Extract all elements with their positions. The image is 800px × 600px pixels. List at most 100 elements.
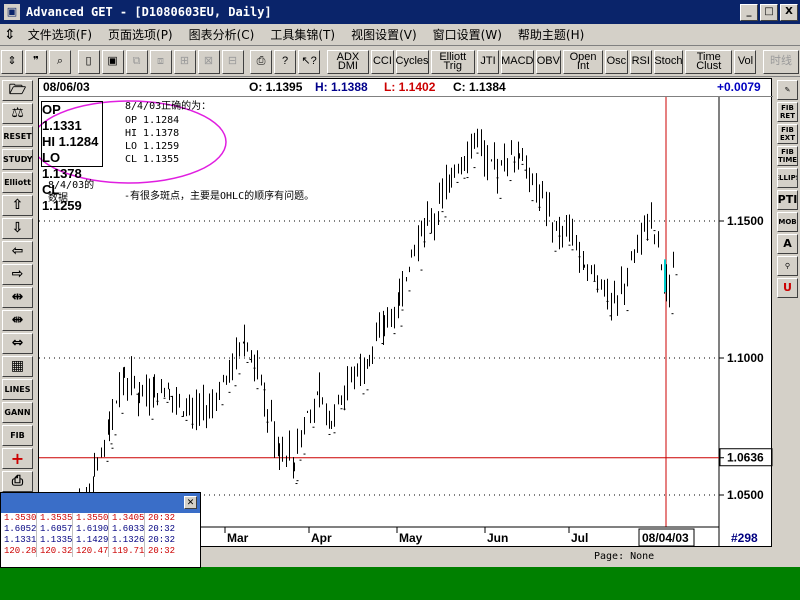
tool-rsi[interactable]: RSI: [629, 49, 652, 74]
right-tool-ellips[interactable]: ELLIPS: [777, 168, 798, 188]
quote-window-titlebar[interactable]: ✕: [1, 493, 200, 513]
tool-stoch[interactable]: Stoch: [653, 49, 684, 74]
date-note-2: 数据: [48, 193, 68, 204]
bar-dot: [295, 483, 298, 485]
right-tool-fib-ret[interactable]: FIB RET: [777, 102, 798, 122]
bar-dot: [110, 443, 113, 445]
bar-dot: [420, 269, 423, 271]
chart-window[interactable]: 08/06/03 O: 1.1395 H: 1.1388 L: 1.1402 C…: [38, 78, 773, 548]
right-tool-a[interactable]: A: [777, 234, 798, 254]
menu-tools[interactable]: 工具集锦(T): [262, 26, 343, 43]
header-change: +0.0079: [717, 80, 761, 94]
right-tool-zoom[interactable]: ⚲: [777, 256, 798, 276]
left-tool-zoom[interactable]: ⇔: [2, 333, 33, 354]
left-tool-cross[interactable]: +: [2, 448, 33, 469]
bar-dot: [466, 177, 469, 179]
bar-dot: [362, 393, 365, 395]
left-tool-gann[interactable]: GANN: [2, 402, 33, 423]
maximize-button[interactable]: □: [760, 3, 778, 21]
bar-number: #298: [731, 531, 758, 545]
left-tool-expand[interactable]: ⇼: [2, 310, 33, 331]
right-tool-pti[interactable]: PTI: [777, 190, 798, 210]
bar-dot: [509, 180, 512, 182]
timeframe-button[interactable]: 时线: [762, 49, 799, 74]
left-tool-study[interactable]: STUDY: [2, 149, 33, 170]
cursor-date: 08/04/03: [642, 531, 689, 545]
quote-window[interactable]: ✕ 1.3530 1.3535 1.3550 1.3405 20:32 1.6052 1.…: [0, 492, 201, 568]
quote-row[interactable]: 1.1331 1.1335 1.1429 1.1326 20:32: [1, 535, 200, 546]
app-icon: ▣: [4, 4, 20, 20]
menu-help[interactable]: 帮助主题(H): [510, 26, 592, 43]
menu-page[interactable]: 页面选项(P): [100, 26, 181, 43]
close-button[interactable]: X: [780, 3, 798, 21]
right-tool-pencil[interactable]: ✎: [777, 80, 798, 100]
menu-chart[interactable]: 图表分析(C): [181, 26, 263, 43]
correct-hi: HI 1.1378: [125, 128, 180, 139]
left-tool-elliott[interactable]: Elliott: [2, 172, 33, 193]
save-icon[interactable]: ▣: [101, 49, 124, 74]
left-tool-fib[interactable]: FIB: [2, 425, 33, 446]
right-tool-mob[interactable]: MOB: [777, 212, 798, 232]
bar-dot: [476, 152, 479, 154]
minimize-button[interactable]: _: [740, 3, 758, 21]
left-tool-left[interactable]: ⇦: [2, 241, 33, 262]
left-tool-folder[interactable]: 🗁: [2, 80, 33, 101]
print-icon[interactable]: ⎙: [250, 49, 273, 74]
menu-file[interactable]: 文件选项(F): [20, 26, 100, 43]
tool-open-int[interactable]: Open Int: [563, 49, 603, 74]
menu-view[interactable]: 视图设置(V): [343, 26, 425, 43]
right-tool-u[interactable]: U: [777, 278, 798, 298]
tool-vol[interactable]: Vol: [734, 49, 757, 74]
left-tool-reset[interactable]: RESET: [2, 126, 33, 147]
tool-cycles[interactable]: Cycles: [396, 49, 429, 74]
bar-dot: [340, 408, 343, 410]
left-tool-grid[interactable]: ▦: [2, 356, 33, 377]
tile-icon[interactable]: ⊟: [221, 49, 244, 74]
tool-osc[interactable]: Osc: [604, 49, 628, 74]
tool-cci[interactable]: CCI: [371, 49, 394, 74]
mdi-icon[interactable]: ⇕: [0, 27, 20, 43]
pointer-icon[interactable]: ⇕: [1, 49, 23, 74]
delete-icon[interactable]: ⊠: [197, 49, 220, 74]
paste-icon[interactable]: ⧈: [149, 49, 172, 74]
bar-dot: [185, 419, 188, 421]
tool-obv[interactable]: OBV: [535, 49, 562, 74]
left-tool-right[interactable]: ⇨: [2, 264, 33, 285]
left-tool-compress[interactable]: ⇹: [2, 287, 33, 308]
bar-dot: [333, 432, 336, 434]
quote-row[interactable]: 1.6052 1.6057 1.6190 1.6033 20:32: [1, 524, 200, 535]
new-icon[interactable]: ▯: [77, 49, 100, 74]
left-tool-lines[interactable]: LINES: [2, 379, 33, 400]
tool-time-clust[interactable]: Time Clust: [685, 49, 733, 74]
tool-elliott-trig[interactable]: Elliott Trig: [430, 49, 476, 74]
left-tool-down[interactable]: ⇩: [2, 218, 33, 239]
left-tool-print[interactable]: ⎙: [2, 471, 33, 492]
title-bar: ▣ Advanced GET - [D1080603EU, Daily] _ □…: [0, 0, 800, 24]
correct-lo: LO 1.1259: [125, 141, 180, 152]
layout-icon[interactable]: ⊞: [173, 49, 196, 74]
tool-adx-dmi[interactable]: ADX DMI: [326, 49, 370, 74]
right-tool-fib-ext[interactable]: FIB EXT: [777, 124, 798, 144]
wrong-hi: HI 1.1284: [42, 134, 99, 149]
close-icon[interactable]: ✕: [184, 496, 197, 509]
tool-macd[interactable]: MACD: [501, 49, 534, 74]
right-toolbar: ✎FIB RETFIB EXTFIB TIMEELLIPSPTIMOBA⚲U: [775, 78, 800, 540]
bar-dot: [163, 397, 166, 399]
left-tool-scales[interactable]: ⚖: [2, 103, 33, 124]
quote-icon[interactable]: ❞: [25, 49, 47, 74]
month-label: Mar: [227, 531, 249, 545]
month-label: Jul: [571, 531, 588, 545]
month-label: Jun: [487, 531, 508, 545]
quote-row[interactable]: 120.28 120.32 120.47 119.71 20:32: [1, 546, 200, 557]
menu-window[interactable]: 窗口设置(W): [425, 26, 510, 43]
left-tool-up[interactable]: ⇧: [2, 195, 33, 216]
context-help-icon[interactable]: ↖?: [298, 49, 321, 74]
right-tool-fib-time[interactable]: FIB TIME: [777, 146, 798, 166]
bar-dot: [256, 388, 259, 390]
bar-dot: [400, 325, 403, 327]
search-icon[interactable]: ⌕: [49, 49, 71, 74]
quote-row[interactable]: 1.3530 1.3535 1.3550 1.3405 20:32: [1, 513, 200, 524]
copy-icon[interactable]: ⧉: [125, 49, 148, 74]
help-icon[interactable]: ?: [274, 49, 297, 74]
tool-jti[interactable]: JTI: [477, 49, 500, 74]
